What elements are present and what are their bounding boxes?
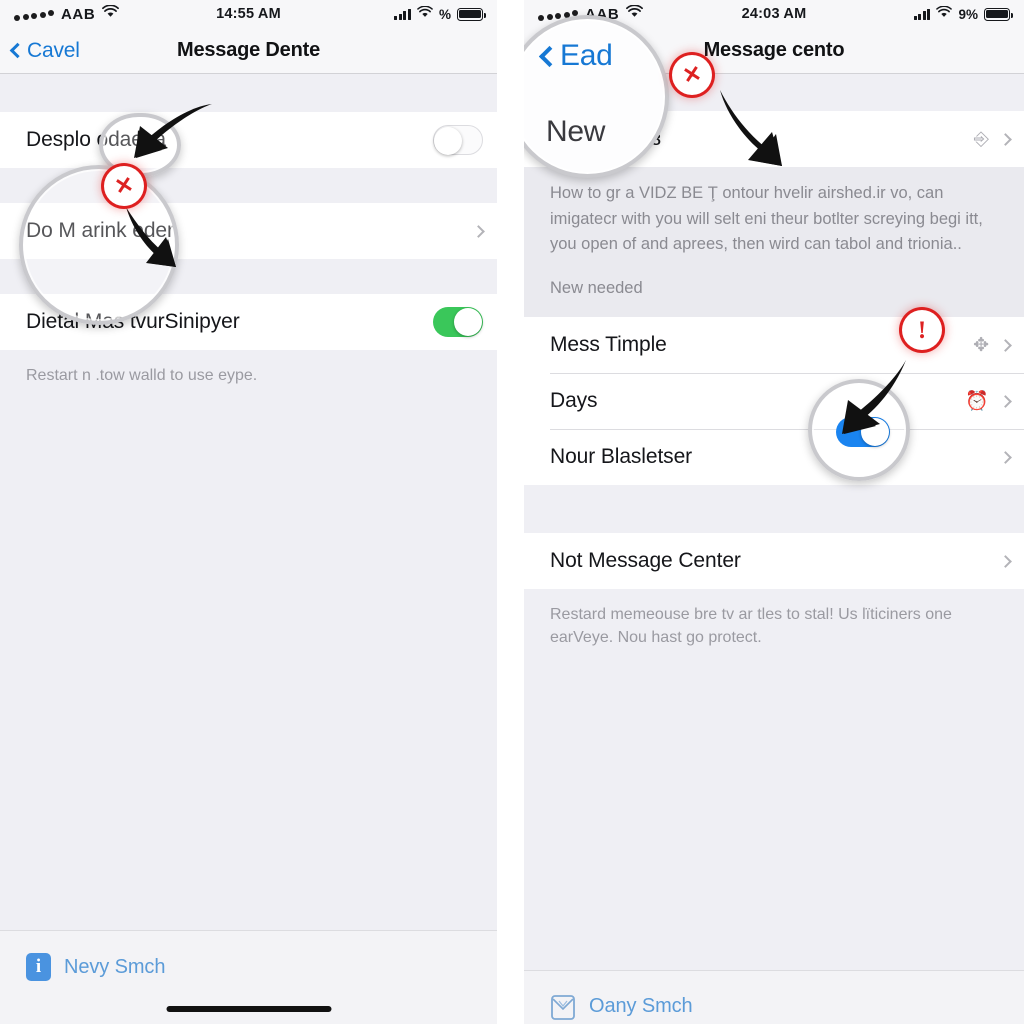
- battery-icon: [984, 7, 1013, 21]
- link-icon: ⎆: [973, 128, 989, 150]
- chevron-right-icon: [472, 224, 485, 238]
- description-block: How to gr a VIDZ BE Ţ ontour hvelir airs…: [524, 167, 1024, 318]
- row-trailing: [999, 450, 1012, 464]
- shield-icon: ✥: [973, 334, 989, 356]
- list-item[interactable]: Desplo odaeea: [0, 112, 497, 168]
- chevron-right-icon: [999, 450, 1012, 464]
- section-gap: [0, 259, 497, 294]
- row-label: Nour Blasletser: [550, 445, 693, 469]
- status-right-group: %: [394, 5, 486, 23]
- chevron-left-icon: [9, 42, 26, 59]
- empty-area: [524, 669, 1024, 970]
- description-body: How to gr a VIDZ BE Ţ ontour hvelir airs…: [550, 184, 983, 254]
- bottom-action-label: Oany Smch: [589, 995, 693, 1018]
- envelope-icon: [550, 993, 576, 1021]
- row-label: Desplo odaeea: [26, 128, 166, 151]
- row-label: Not Message Center: [550, 549, 741, 573]
- dietal-toggle[interactable]: [433, 307, 483, 337]
- right-bottom-bar: Oany Smch: [524, 969, 1024, 1024]
- bottom-action[interactable]: Oany Smch: [524, 971, 1024, 1021]
- left-phone-screen: AAB 14:55 AM % Cavel Message Dente Despl…: [0, 0, 497, 1024]
- row-label: Dietal Mas tvurSinipyer: [26, 310, 240, 333]
- home-indicator: [166, 1006, 331, 1013]
- row-trailing: [472, 224, 485, 238]
- signal-bars-icon: [394, 8, 411, 20]
- settings-group-1: Desplo odaeea: [0, 112, 497, 168]
- list-item[interactable]: Dietal Mas tvurSinipyer: [0, 294, 497, 350]
- bottom-action[interactable]: i Nevy Smch: [0, 931, 497, 982]
- signal-bars-icon: [913, 8, 931, 20]
- row-label: Do M arink eder: [26, 219, 174, 242]
- empty-area: [0, 407, 497, 931]
- left-bottom-bar: i Nevy Smch: [0, 930, 497, 1024]
- right-phone-screen: AAB 24:03 AM 9% Ead Message cento ñay Me…: [524, 0, 1024, 1024]
- display-toggle[interactable]: [433, 125, 483, 155]
- footer-note: Restard memeouse bre tv ar tles to stal!…: [524, 589, 1024, 670]
- battery-icon: [457, 7, 486, 21]
- right-status-bar: AAB 24:03 AM 9%: [524, 0, 1024, 28]
- wifi-icon: [936, 5, 953, 23]
- list-item[interactable]: Do M arink eder: [0, 203, 497, 259]
- footer-note: Restart n .tow walld to use eype.: [0, 350, 497, 408]
- back-button[interactable]: Ead: [533, 38, 588, 63]
- chevron-right-icon: [999, 394, 1012, 408]
- dual-screenshot-container: AAB 14:55 AM % Cavel Message Dente Despl…: [0, 0, 1024, 1024]
- page-title: Message cento: [703, 39, 845, 61]
- chevron-right-icon: [999, 554, 1012, 568]
- settings-group-2: Do M arink eder: [0, 203, 497, 259]
- top-row-group: ñay Melз ⎆: [524, 111, 1024, 167]
- list-item[interactable]: Mess Timple ✥: [524, 317, 1024, 374]
- left-status-bar: AAB 14:55 AM %: [0, 0, 497, 28]
- settings-group-lower: Not Message Center: [524, 533, 1024, 590]
- alarm-icon: ⏰: [965, 390, 989, 412]
- list-item[interactable]: Nour Blasletser: [524, 429, 1024, 486]
- right-nav-bar: Ead Message cento: [524, 28, 1024, 74]
- description-sub: New needed: [550, 278, 643, 297]
- section-gap: [0, 168, 497, 203]
- row-label: ñay Melз: [550, 127, 662, 150]
- left-nav-bar: Cavel Message Dente: [0, 28, 497, 74]
- row-label: Days: [550, 389, 598, 413]
- battery-percent-label: %: [438, 6, 451, 22]
- row-trailing: ✥: [927, 334, 1012, 356]
- chevron-right-icon: [999, 338, 1012, 352]
- back-button[interactable]: Cavel: [9, 38, 80, 63]
- bottom-action-label: Nevy Smch: [64, 955, 166, 978]
- chevron-right-icon: [999, 132, 1012, 146]
- list-item[interactable]: Not Message Center: [524, 533, 1024, 590]
- settings-group-main: Mess Timple ✥ Days ⏰ Nour Blasletser: [524, 317, 1024, 486]
- row-trailing: [433, 125, 483, 155]
- row-trailing: [433, 307, 483, 337]
- battery-percent-label: 9%: [958, 6, 978, 22]
- settings-group-3: Dietal Mas tvurSinipyer: [0, 294, 497, 350]
- row-trailing: [999, 554, 1012, 568]
- section-gap: [524, 485, 1024, 534]
- panel-separator: [497, 0, 524, 1024]
- list-item[interactable]: ñay Melз ⎆: [524, 111, 1024, 167]
- chevron-left-icon: [533, 42, 550, 59]
- row-trailing: ⏰: [965, 390, 1012, 412]
- section-gap: [524, 74, 1024, 111]
- section-gap: [0, 74, 497, 112]
- status-right-group: 9%: [913, 5, 1013, 23]
- row-label: Mess Timple: [550, 333, 667, 357]
- list-item[interactable]: Days ⏰: [524, 373, 1024, 430]
- back-button-label: Cavel: [27, 38, 80, 62]
- wifi-icon: [417, 5, 433, 23]
- info-icon: i: [26, 953, 51, 982]
- back-button-label: Ead: [551, 38, 588, 62]
- row-trailing: ⎆: [973, 128, 1012, 150]
